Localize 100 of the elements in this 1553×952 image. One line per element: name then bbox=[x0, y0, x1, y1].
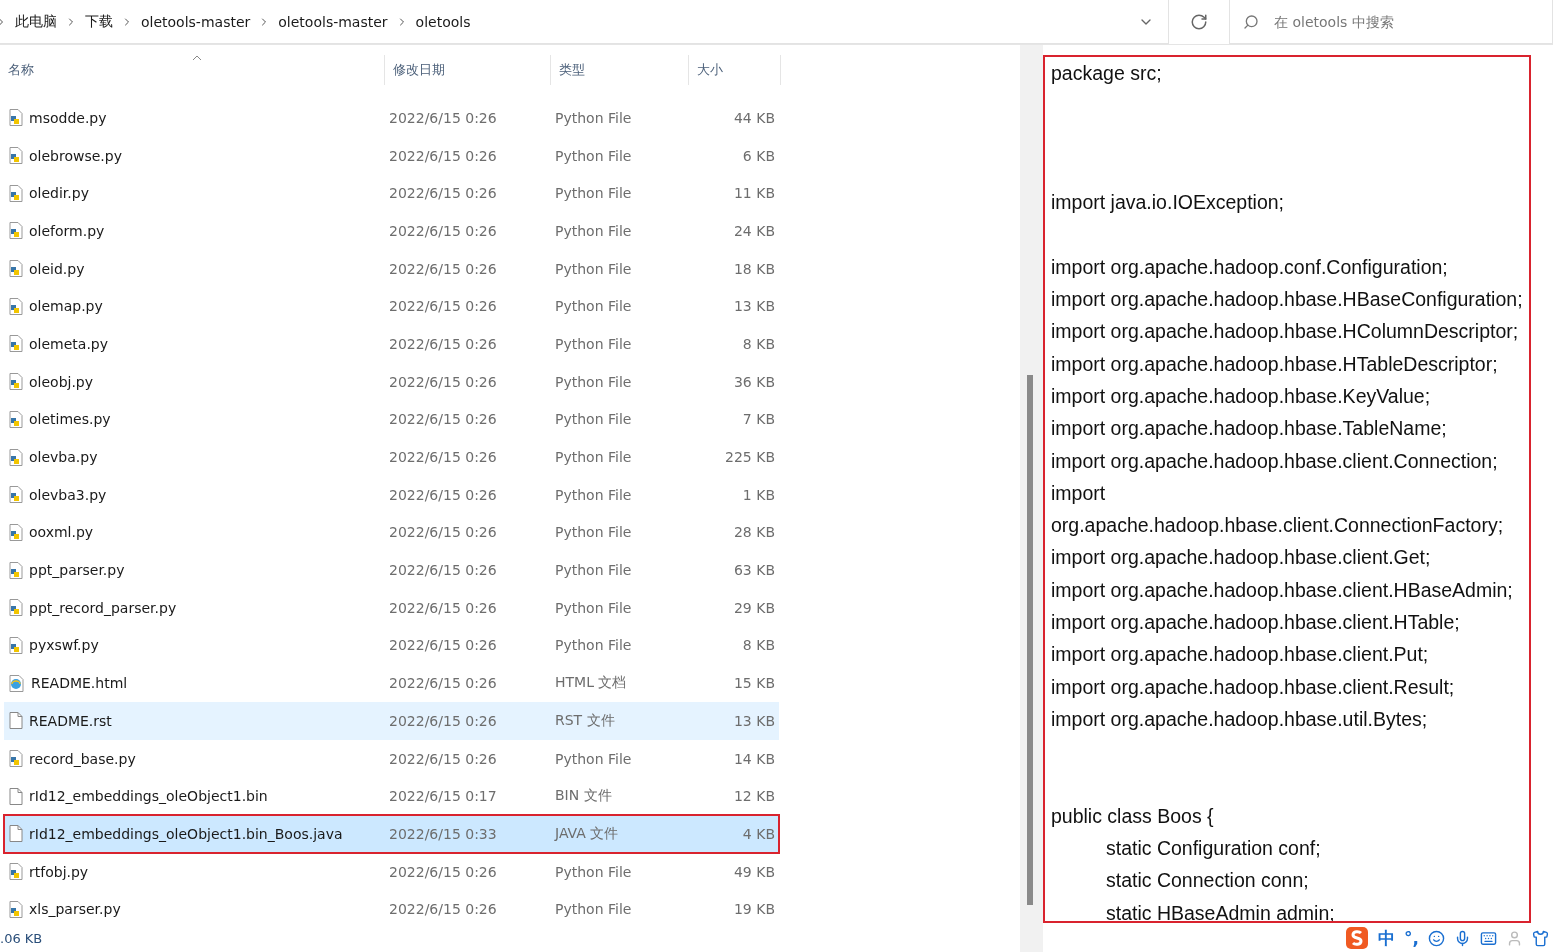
size-cell-text: 6 KB bbox=[741, 147, 776, 164]
file-row[interactable]: ppt_parser.py 2022/6/15 0:26 Python File 63 KB bbox=[4, 551, 779, 589]
python-file-icon bbox=[9, 448, 23, 466]
code-line: import org.apache.hadoop.hbase.client.Get; bbox=[1051, 546, 1431, 569]
type-cell-text: Python File bbox=[554, 298, 633, 315]
file-row[interactable]: olemeta.py 2022/6/15 0:26 Python File 8 KB bbox=[4, 325, 779, 363]
type-cell-text: JAVA 文件 bbox=[553, 824, 620, 843]
column-header[interactable]: 名称 bbox=[0, 55, 385, 85]
file-row[interactable]: record_base.py 2022/6/15 0:26 Python File 14 KB bbox=[4, 739, 779, 778]
code-line: import org.apache.hadoop.hbase.client.Connection; bbox=[1051, 449, 1498, 472]
size-cell-text: 15 KB bbox=[732, 675, 776, 692]
breadcrumb-item[interactable]: 下载 bbox=[81, 12, 117, 31]
file-icon bbox=[9, 712, 23, 730]
size-cell-text: 8 KB bbox=[741, 637, 776, 654]
address-bar[interactable]: 此电脑 下载 oletools-master oletools-master oletools bbox=[0, 0, 1169, 44]
shirt-icon[interactable] bbox=[1532, 929, 1549, 947]
refresh-icon[interactable] bbox=[1190, 13, 1208, 31]
file-name: README.rst bbox=[29, 712, 112, 729]
sort-caret-icon bbox=[192, 55, 202, 61]
file-row[interactable]: oledir.py 2022/6/15 0:26 Python File 11 KB bbox=[4, 174, 779, 213]
python-file-icon bbox=[9, 410, 23, 428]
breadcrumb-item[interactable]: 此电脑 bbox=[11, 12, 61, 31]
file-row[interactable]: olevba.py 2022/6/15 0:26 Python File 225 KB bbox=[4, 438, 779, 476]
file-name: ppt_parser.py bbox=[29, 562, 125, 579]
date-cell-text: 2022/6/15 0:26 bbox=[388, 335, 498, 352]
code-line: org.apache.hadoop.hbase.client.ConnectionFactory; bbox=[1051, 514, 1504, 537]
size-cell-text: 7 KB bbox=[741, 411, 776, 428]
date-cell-text: 2022/6/15 0:26 bbox=[388, 599, 498, 616]
file-row[interactable]: olebrowse.py 2022/6/15 0:26 Python File 6 KB bbox=[4, 136, 779, 175]
size-cell-text: 63 KB bbox=[732, 562, 776, 579]
file-name: record_base.py bbox=[29, 750, 136, 767]
file-row[interactable]: oleobj.py 2022/6/15 0:26 Python File 36 KB bbox=[4, 362, 779, 401]
date-cell-text: 2022/6/15 0:33 bbox=[388, 825, 498, 842]
file-row[interactable]: ooxml.py 2022/6/15 0:26 Python File 28 KB bbox=[4, 513, 779, 552]
file-row[interactable]: xls_parser.py 2022/6/15 0:26 Python File 19 KB bbox=[4, 890, 779, 929]
size-cell-text: 49 KB bbox=[732, 863, 776, 880]
breadcrumb-item[interactable]: oletools-master bbox=[274, 13, 392, 30]
file-row[interactable]: oletimes.py 2022/6/15 0:26 Python File 7 KB bbox=[4, 400, 779, 439]
date-cell-text: 2022/6/15 0:26 bbox=[388, 109, 498, 126]
file-icon bbox=[9, 825, 23, 843]
file-name: msodde.py bbox=[29, 109, 107, 126]
type-cell-text: Python File bbox=[554, 185, 633, 202]
python-file-icon bbox=[9, 297, 23, 315]
microphone-icon[interactable] bbox=[1454, 929, 1471, 947]
date-cell-text: 2022/6/15 0:26 bbox=[388, 637, 498, 654]
date-cell-text: 2022/6/15 0:26 bbox=[388, 222, 498, 239]
breadcrumb-item[interactable]: oletools bbox=[411, 13, 475, 30]
file-name: oleobj.py bbox=[29, 373, 94, 390]
file-row[interactable]: ppt_record_parser.py 2022/6/15 0:26 Python File 29 KB bbox=[4, 588, 779, 627]
breadcrumb-item[interactable]: oletools-master bbox=[137, 13, 255, 30]
file-row[interactable]: rId12_embeddings_oleObject1.bin 2022/6/15 0:17 BIN 文件 12 KB bbox=[4, 777, 779, 816]
date-cell-text: 2022/6/15 0:26 bbox=[388, 185, 498, 202]
python-file-icon bbox=[9, 561, 23, 579]
file-name: olebrowse.py bbox=[29, 147, 122, 164]
type-cell-text: BIN 文件 bbox=[554, 787, 613, 806]
keyboard-icon[interactable] bbox=[1480, 929, 1497, 947]
column-header[interactable]: 修改日期 bbox=[385, 55, 551, 85]
type-cell-text: Python File bbox=[554, 260, 633, 277]
file-row[interactable]: rId12_embeddings_oleObject1.bin_Boos.java 2022/6/15 0:33 JAVA 文件 4 KB bbox=[4, 815, 779, 853]
type-cell-text: Python File bbox=[554, 562, 633, 579]
code-line: import org.apache.hadoop.hbase.HColumnDescriptor; bbox=[1051, 320, 1519, 343]
scrollbar-thumb[interactable] bbox=[1027, 375, 1033, 905]
size-cell-text: 4 KB bbox=[741, 825, 776, 842]
file-row[interactable]: README.html 2022/6/15 0:26 HTML 文档 15 KB bbox=[4, 664, 779, 702]
code-line: import java.io.IOException; bbox=[1051, 191, 1285, 214]
file-row[interactable]: README.rst 2022/6/15 0:26 RST 文件 13 KB bbox=[4, 702, 779, 740]
emoji-icon[interactable] bbox=[1428, 929, 1445, 947]
python-file-icon bbox=[9, 184, 23, 202]
file-row[interactable]: olemap.py 2022/6/15 0:26 Python File 13 KB bbox=[4, 287, 779, 326]
date-cell-text: 2022/6/15 0:26 bbox=[388, 147, 498, 164]
file-name: README.html bbox=[31, 675, 128, 692]
type-cell-text: Python File bbox=[554, 411, 633, 428]
file-row[interactable]: pyxswf.py 2022/6/15 0:26 Python File 8 KB bbox=[4, 626, 779, 665]
file-row[interactable]: oleid.py 2022/6/15 0:26 Python File 18 KB bbox=[4, 249, 779, 288]
file-row[interactable]: rtfobj.py 2022/6/15 0:26 Python File 49 KB bbox=[4, 852, 779, 891]
size-cell-text: 13 KB bbox=[732, 298, 776, 315]
code-line: import org.apache.hadoop.hbase.client.Put; bbox=[1051, 643, 1429, 666]
size-cell-text: 13 KB bbox=[732, 712, 776, 729]
type-cell-text: Python File bbox=[554, 373, 633, 390]
column-header[interactable]: 大小 bbox=[689, 55, 781, 85]
file-row[interactable]: olevba3.py 2022/6/15 0:26 Python File 1 KB bbox=[4, 475, 779, 514]
file-name: rtfobj.py bbox=[29, 863, 89, 880]
search-field[interactable]: 在 oletools 中搜索 bbox=[1229, 0, 1553, 44]
python-file-icon bbox=[9, 636, 23, 654]
input-mode[interactable]: 中 bbox=[1378, 926, 1396, 950]
file-row[interactable]: msodde.py 2022/6/15 0:26 Python File 44 KB bbox=[4, 99, 779, 137]
file-name: xls_parser.py bbox=[29, 901, 121, 918]
code-line: import org.apache.hadoop.hbase.client.Result; bbox=[1051, 675, 1455, 698]
date-cell-text: 2022/6/15 0:26 bbox=[388, 901, 498, 918]
file-name: ooxml.py bbox=[29, 524, 94, 541]
punctuation-mode[interactable]: °, bbox=[1404, 928, 1419, 948]
size-cell-text: 11 KB bbox=[732, 185, 776, 202]
file-row[interactable]: oleform.py 2022/6/15 0:26 Python File 24 KB bbox=[4, 212, 779, 250]
code-line: static Configuration conf; bbox=[1106, 837, 1321, 860]
type-cell-text: Python File bbox=[554, 599, 633, 616]
type-cell-text: RST 文件 bbox=[554, 711, 616, 730]
status-text: .06 KB bbox=[0, 931, 44, 948]
size-cell-text: 225 KB bbox=[724, 449, 776, 466]
code-line: import org.apache.hadoop.hbase.HTableDescriptor; bbox=[1051, 352, 1498, 375]
column-header[interactable]: 类型 bbox=[551, 55, 689, 85]
